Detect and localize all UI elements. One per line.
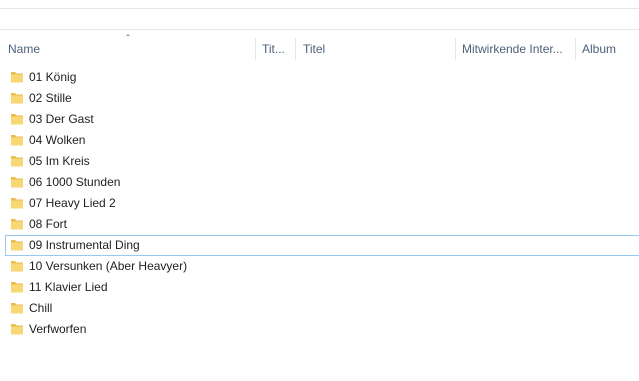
folder-icon bbox=[11, 114, 23, 125]
list-item-label: 05 Im Kreis bbox=[29, 154, 90, 168]
column-header-name[interactable]: Name bbox=[8, 36, 248, 62]
folder-icon bbox=[11, 93, 23, 104]
list-item[interactable]: 01 König bbox=[0, 67, 639, 88]
list-item[interactable]: 03 Der Gast bbox=[0, 109, 639, 130]
list-item-label: 10 Versunken (Aber Heavyer) bbox=[29, 259, 188, 273]
list-item[interactable]: 11 Klavier Lied bbox=[0, 277, 639, 298]
list-item-label: 03 Der Gast bbox=[29, 112, 94, 126]
column-divider[interactable] bbox=[255, 38, 256, 60]
list-item-label: 04 Wolken bbox=[29, 133, 86, 147]
folder-icon bbox=[11, 198, 23, 209]
address-strip bbox=[0, 9, 639, 30]
folder-icon bbox=[11, 282, 23, 293]
list-item[interactable]: Chill bbox=[0, 298, 639, 319]
column-header-titel[interactable]: Titel bbox=[303, 36, 448, 62]
folder-icon bbox=[11, 219, 23, 230]
column-divider[interactable] bbox=[295, 38, 296, 60]
list-item[interactable]: 07 Heavy Lied 2 bbox=[0, 193, 639, 214]
list-item-label: Verfworfen bbox=[29, 322, 87, 336]
list-item[interactable]: 04 Wolken bbox=[0, 130, 639, 151]
list-item-label: 02 Stille bbox=[29, 91, 72, 105]
column-header-tit[interactable]: Tit... bbox=[262, 36, 292, 62]
list-item[interactable]: 02 Stille bbox=[0, 88, 639, 109]
list-item[interactable]: Verfworfen bbox=[0, 319, 639, 340]
folder-icon bbox=[11, 303, 23, 314]
folder-icon bbox=[11, 261, 23, 272]
list-item[interactable]: 10 Versunken (Aber Heavyer) bbox=[0, 256, 639, 277]
list-item[interactable]: 06 1000 Stunden bbox=[0, 172, 639, 193]
list-item-label: 06 1000 Stunden bbox=[29, 175, 121, 189]
column-divider[interactable] bbox=[575, 38, 576, 60]
toolbar-strip bbox=[0, 0, 639, 9]
folder-icon bbox=[11, 156, 23, 167]
list-item-label: 11 Klavier Lied bbox=[29, 280, 108, 294]
folder-icon bbox=[11, 240, 23, 251]
list-item-label: 01 König bbox=[29, 70, 77, 84]
file-list: 01 König 02 Stille 03 Der Gast 04 Wolken 05 … bbox=[0, 67, 639, 340]
column-header-album[interactable]: Album bbox=[582, 36, 637, 62]
column-header-row: Name Tit... Titel Mitwirkende Inter... A… bbox=[0, 36, 639, 62]
folder-icon bbox=[11, 324, 23, 335]
list-item-label: 08 Fort bbox=[29, 217, 68, 231]
list-item[interactable]: 08 Fort bbox=[0, 214, 639, 235]
list-item[interactable]: 05 Im Kreis bbox=[0, 151, 639, 172]
list-item-label: 07 Heavy Lied 2 bbox=[29, 196, 116, 210]
column-divider[interactable] bbox=[455, 38, 456, 60]
folder-icon bbox=[11, 72, 23, 83]
folder-icon bbox=[11, 135, 23, 146]
folder-icon bbox=[11, 177, 23, 188]
column-header-mitwirkende[interactable]: Mitwirkende Inter... bbox=[462, 36, 570, 62]
list-item-label: 09 Instrumental Ding bbox=[29, 238, 140, 252]
list-item[interactable]: 09 Instrumental Ding bbox=[5, 235, 639, 256]
file-explorer-window: Name Tit... Titel Mitwirkende Inter... A… bbox=[0, 0, 639, 381]
list-item-label: Chill bbox=[29, 301, 53, 315]
